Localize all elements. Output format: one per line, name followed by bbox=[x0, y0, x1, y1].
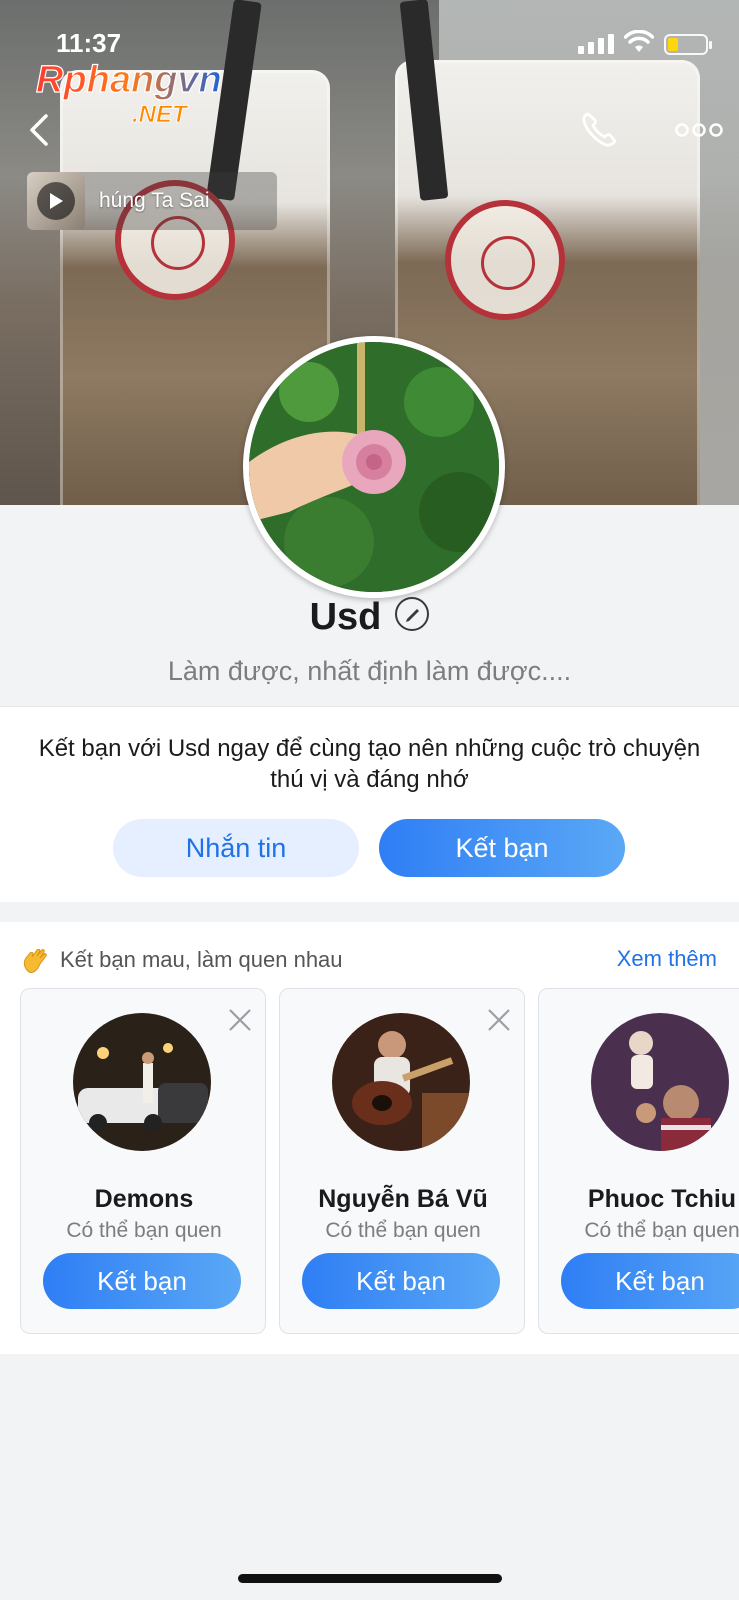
suggestion-avatar[interactable] bbox=[332, 1013, 470, 1151]
suggestion-add-button[interactable]: Kết bạn bbox=[43, 1253, 241, 1309]
cellular-signal-icon bbox=[578, 34, 614, 54]
status-time: 11:37 bbox=[56, 28, 122, 58]
suggestion-avatar[interactable] bbox=[591, 1013, 729, 1151]
suggestion-name: Phuoc Tchiu bbox=[587, 1185, 737, 1213]
music-thumbnail bbox=[27, 172, 85, 230]
suggestion-name: Nguyễn Bá Vũ bbox=[318, 1185, 488, 1213]
suggestion-add-button[interactable]: Kết bạn bbox=[561, 1253, 739, 1309]
phone-icon[interactable] bbox=[578, 108, 622, 152]
profile-name-row: Usd bbox=[0, 596, 739, 639]
suggestion-subtitle: Có thể bạn quen bbox=[66, 1219, 222, 1242]
watermark-text-sub: .NET bbox=[132, 101, 189, 128]
profile-name: Usd bbox=[309, 596, 382, 638]
home-indicator[interactable] bbox=[238, 1574, 502, 1583]
edit-pencil-icon[interactable] bbox=[395, 596, 430, 631]
friend-suggestions: Kết bạn mau, làm quen nhau Xem thêm Demo… bbox=[0, 922, 739, 1354]
suggestions-title: Kết bạn mau, làm quen nhau bbox=[60, 947, 343, 972]
avatar-image bbox=[249, 342, 499, 592]
suggestion-card[interactable]: Phuoc Tchiu Có thể bạn quen Kết bạn bbox=[538, 988, 739, 1334]
battery-icon bbox=[664, 34, 712, 55]
wifi-icon bbox=[624, 30, 654, 52]
see-more-link[interactable]: Xem thêm bbox=[617, 946, 717, 972]
watermark-logo: Rphangvn .NET bbox=[36, 58, 222, 128]
suggestion-add-button[interactable]: Kết bạn bbox=[302, 1253, 500, 1309]
suggestion-card[interactable]: Demons Có thể bạn quen Kết bạn bbox=[20, 988, 266, 1334]
suggestion-subtitle: Có thể bạn quen bbox=[584, 1219, 739, 1242]
cover-cup-logo-right bbox=[445, 200, 565, 320]
suggestions-header: Kết bạn mau, làm quen nhau bbox=[20, 944, 343, 976]
message-button[interactable]: Nhắn tin bbox=[113, 819, 359, 877]
suggestion-carousel[interactable]: Demons Có thể bạn quen Kết bạn Nguyễn Bá… bbox=[20, 988, 739, 1334]
music-title: húng Ta Sai bbox=[99, 189, 210, 212]
watermark-text-main: Rphangvn bbox=[36, 59, 222, 101]
suggestion-subtitle: Có thể bạn quen bbox=[325, 1219, 481, 1242]
waving-hand-icon bbox=[23, 948, 47, 973]
profile-music-chip[interactable]: húng Ta Sai bbox=[27, 172, 277, 230]
prompt-text: Kết bạn với Usd ngay để cùng tạo nên nhữ… bbox=[38, 735, 701, 793]
more-dots-icon[interactable] bbox=[674, 112, 724, 148]
profile-status: Làm được, nhất định làm được.... bbox=[167, 656, 572, 686]
play-icon[interactable] bbox=[37, 182, 75, 220]
suggestion-card[interactable]: Nguyễn Bá Vũ Có thể bạn quen Kết bạn bbox=[279, 988, 525, 1334]
suggestion-avatar[interactable] bbox=[73, 1013, 211, 1151]
close-icon[interactable] bbox=[486, 1007, 512, 1033]
friend-request-prompt: Kết bạn với Usd ngay để cùng tạo nên nhữ… bbox=[0, 706, 739, 902]
profile-avatar[interactable] bbox=[243, 336, 505, 598]
chevron-left-icon[interactable] bbox=[22, 108, 62, 152]
add-friend-button[interactable]: Kết bạn bbox=[379, 819, 625, 877]
suggestion-name: Demons bbox=[94, 1185, 194, 1213]
close-icon[interactable] bbox=[227, 1007, 253, 1033]
